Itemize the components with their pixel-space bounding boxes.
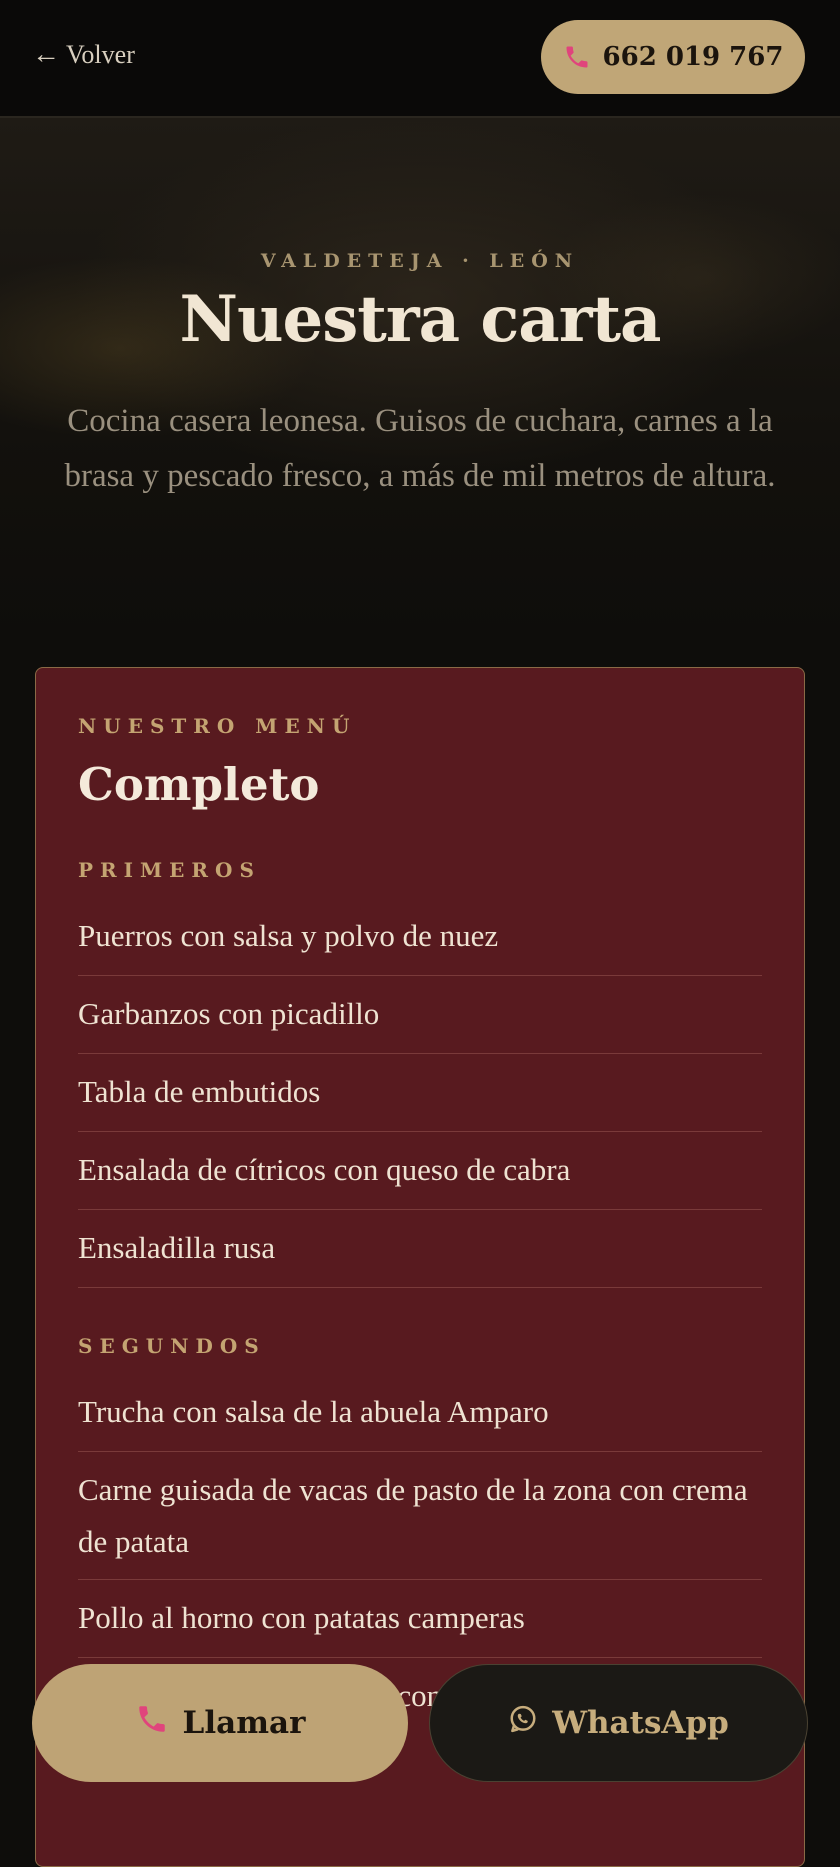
- section-label: PRIMEROS: [78, 858, 261, 882]
- phone-number: 662 019 767: [602, 42, 784, 72]
- call-button[interactable]: Llamar: [32, 1664, 408, 1782]
- menu-title: Completo: [78, 758, 320, 811]
- section-label: SEGUNDOS: [78, 1334, 266, 1358]
- dish-item: Ensaladilla rusa: [78, 1210, 762, 1288]
- whatsapp-icon: [508, 1704, 538, 1742]
- whatsapp-label: WhatsApp: [552, 1705, 729, 1741]
- hero-background: [0, 118, 840, 638]
- top-bar: ← Volver 662 019 767: [0, 0, 840, 118]
- phone-icon: [135, 1702, 169, 1744]
- location-eyebrow: VALDETEJA · LEÓN: [260, 250, 580, 272]
- dish-item: Trucha con salsa de la abuela Amparo: [78, 1374, 762, 1452]
- phone-icon: [563, 43, 591, 71]
- back-arrow-icon: ←: [32, 39, 60, 70]
- call-label: Llamar: [182, 1705, 306, 1741]
- back-link[interactable]: ← Volver: [32, 40, 135, 70]
- dish-item: Tabla de embutidos: [78, 1054, 762, 1132]
- dish-item: Carne guisada de vacas de pasto de la zo…: [78, 1452, 762, 1580]
- back-label: Volver: [66, 40, 135, 69]
- dish-item: Ensalada de cítricos con queso de cabra: [78, 1132, 762, 1210]
- section-primeros: PRIMEROS Puerros con salsa y polvo de nu…: [78, 858, 762, 1288]
- phone-button[interactable]: 662 019 767: [541, 20, 805, 94]
- dish-item: Puerros con salsa y polvo de nuez: [78, 898, 762, 976]
- dish-item: Pollo al horno con patatas camperas: [78, 1580, 762, 1658]
- menu-eyebrow: NUESTRO MENÚ: [78, 714, 357, 738]
- dish-item: Garbanzos con picadillo: [78, 976, 762, 1054]
- intro-text: Cocina casera leonesa. Guisos de cuchara…: [64, 403, 776, 494]
- page-title: Nuestra carta: [179, 282, 662, 357]
- whatsapp-button[interactable]: WhatsApp: [429, 1664, 808, 1782]
